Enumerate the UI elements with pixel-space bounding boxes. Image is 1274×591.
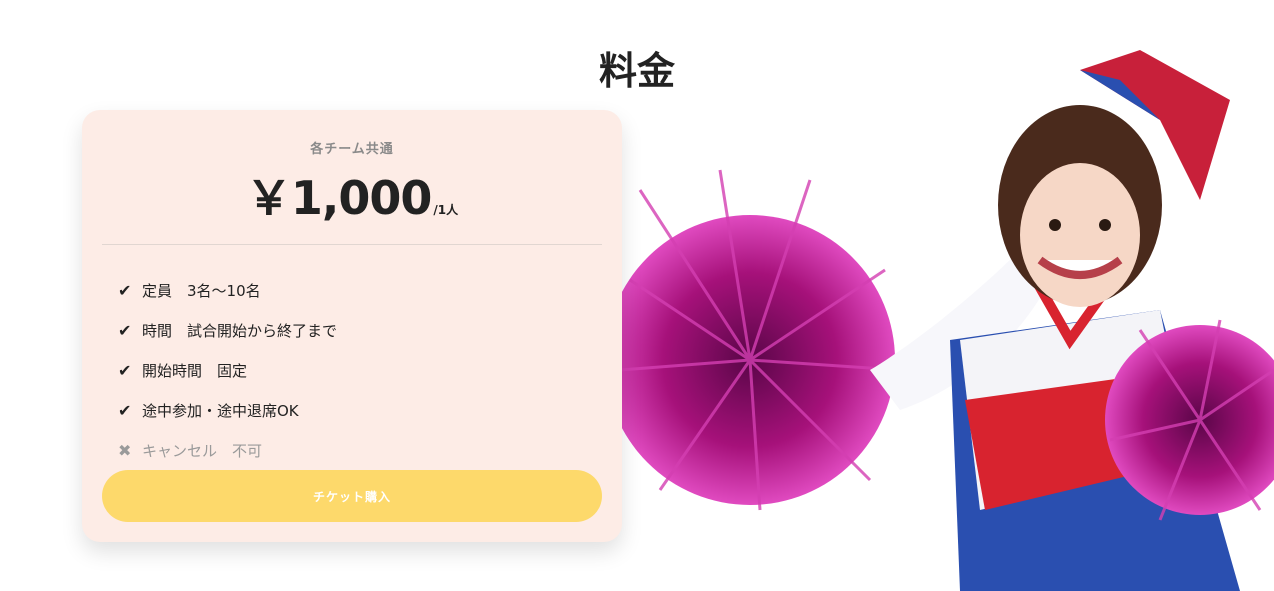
check-icon: ✔ xyxy=(118,280,132,300)
feature-text: キャンセル 不可 xyxy=(142,441,263,460)
pompom-left xyxy=(605,169,901,511)
divider xyxy=(102,244,602,245)
feature-text: 定員 3名〜10名 xyxy=(142,281,261,300)
check-icon: ✔ xyxy=(118,360,132,380)
price-row: ￥1,000/1人 xyxy=(82,162,622,228)
price-card: 各チーム共通 ￥1,000/1人 ✔ 定員 3名〜10名 ✔ 時間 試合開始から… xyxy=(82,110,622,542)
feature-item: ✔ 途中参加・途中退席OK xyxy=(118,390,337,430)
feature-list: ✔ 定員 3名〜10名 ✔ 時間 試合開始から終了まで ✔ 開始時間 固定 ✔ … xyxy=(118,270,337,470)
cross-icon: ✖ xyxy=(118,440,132,460)
feature-item: ✔ 時間 試合開始から終了まで xyxy=(118,310,337,350)
feature-text: 時間 試合開始から終了まで xyxy=(142,321,338,340)
price-amount: ￥1,000 xyxy=(245,171,433,225)
check-icon: ✔ xyxy=(118,320,132,340)
feature-item-disabled: ✖ キャンセル 不可 xyxy=(118,430,337,470)
feature-text: 途中参加・途中退席OK xyxy=(142,401,299,420)
feature-text: 開始時間 固定 xyxy=(142,361,248,380)
card-subtitle: 各チーム共通 xyxy=(310,142,394,157)
buy-ticket-button[interactable]: チケット購入 xyxy=(102,470,602,522)
price-unit: /1人 xyxy=(433,203,459,217)
check-icon: ✔ xyxy=(118,400,132,420)
cheerleader-photo xyxy=(600,40,1274,591)
feature-item: ✔ 定員 3名〜10名 xyxy=(118,270,337,310)
feature-item: ✔ 開始時間 固定 xyxy=(118,350,337,390)
